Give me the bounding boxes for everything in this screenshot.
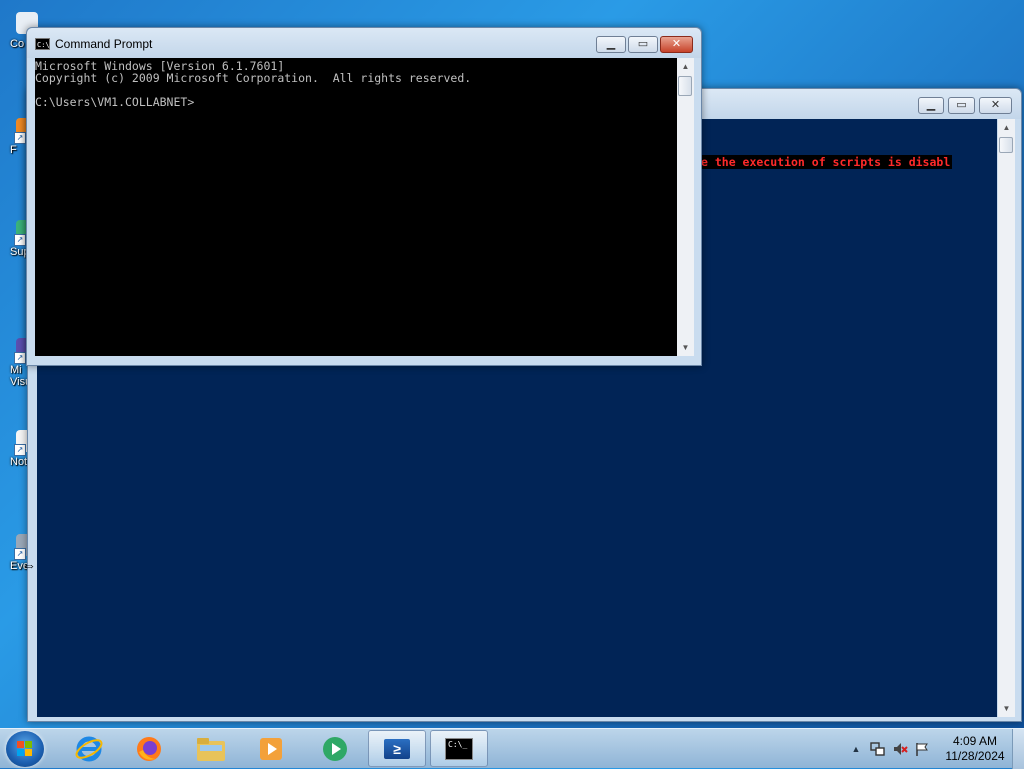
- powershell-icon-text: ≥: [393, 740, 401, 757]
- clock-date: 11/28/2024: [945, 749, 1005, 763]
- cmd-vertical-scrollbar[interactable]: ▲ ▼: [677, 58, 694, 356]
- cmd-close-button[interactable]: ✕: [660, 36, 693, 53]
- volume-muted-icon[interactable]: [892, 741, 908, 757]
- taskbar: ≥ C:\_ ▲ 4:09 AM 11/28/2024: [0, 728, 1024, 769]
- powershell-error-text: e the execution of scripts is disabl: [699, 155, 953, 169]
- powershell-minimize-button[interactable]: ▁: [918, 97, 944, 114]
- resize-cursor-icon: ⇔: [22, 557, 36, 573]
- minimize-icon: ▁: [926, 99, 936, 111]
- close-icon: ✕: [990, 99, 1001, 111]
- powershell-maximize-button[interactable]: ▭: [948, 97, 975, 114]
- clock-time: 4:09 AM: [952, 734, 998, 748]
- command-prompt-window[interactable]: C:\ Command Prompt ▁ ▭ ✕ Microsoft Windo…: [26, 27, 702, 366]
- taskbar-media-center[interactable]: [306, 730, 364, 767]
- cmd-maximize-button[interactable]: ▭: [628, 36, 658, 53]
- powershell-vertical-scrollbar[interactable]: ▲ ▼: [998, 119, 1015, 717]
- show-desktop-button[interactable]: [1012, 729, 1024, 769]
- shortcut-arrow-icon: ↗: [14, 234, 26, 246]
- internet-explorer-icon: [75, 736, 103, 761]
- shortcut-arrow-icon: ↗: [14, 352, 26, 364]
- powershell-icon: ≥: [384, 738, 410, 759]
- scroll-up-arrow-icon[interactable]: ▲: [998, 119, 1015, 136]
- firefox-icon: [137, 736, 161, 761]
- shortcut-arrow-icon: ↗: [14, 132, 26, 144]
- window-title: Command Prompt: [55, 37, 153, 51]
- powershell-close-button[interactable]: ✕: [979, 97, 1012, 114]
- maximize-icon: ▭: [956, 99, 967, 111]
- scroll-thumb[interactable]: [678, 76, 692, 96]
- minimize-icon: ▁: [606, 38, 616, 50]
- scroll-down-arrow-icon[interactable]: ▼: [677, 339, 694, 356]
- command-prompt-icon: C:\_: [445, 737, 473, 760]
- desktop-icon-label: Not: [10, 456, 28, 468]
- desktop-icon-label: Co: [10, 38, 25, 50]
- desktop-icon-label: F: [10, 144, 17, 156]
- network-icon[interactable]: [870, 741, 886, 757]
- folder-icon: [197, 737, 225, 761]
- console-prompt: C:\Users\VM1.COLLABNET>: [35, 95, 195, 109]
- start-button[interactable]: [6, 731, 44, 767]
- shortcut-arrow-icon: ↗: [14, 444, 26, 456]
- command-prompt-icon-text: C:\_: [448, 739, 468, 749]
- taskbar-clock[interactable]: 4:09 AM 11/28/2024: [944, 734, 1006, 764]
- taskbar-powershell[interactable]: ≥: [368, 730, 426, 767]
- console-line: Copyright (c) 2009 Microsoft Corporation…: [35, 71, 472, 85]
- cmd-minimize-button[interactable]: ▁: [596, 36, 626, 53]
- command-prompt-titlebar[interactable]: C:\ Command Prompt ▁ ▭ ✕: [27, 28, 701, 58]
- taskbar-internet-explorer[interactable]: [60, 730, 118, 767]
- scroll-thumb[interactable]: [999, 137, 1013, 153]
- scroll-up-arrow-icon[interactable]: ▲: [677, 58, 694, 75]
- command-prompt-app-icon[interactable]: C:\: [35, 38, 50, 50]
- scroll-down-arrow-icon[interactable]: ▼: [998, 700, 1015, 717]
- windows-logo-icon: [17, 741, 33, 757]
- media-player-icon: [260, 737, 282, 760]
- maximize-icon: ▭: [637, 38, 649, 50]
- taskbar-command-prompt[interactable]: C:\_: [430, 730, 488, 767]
- action-center-flag-icon[interactable]: [914, 741, 930, 757]
- media-center-icon: [323, 736, 347, 761]
- close-icon: ✕: [671, 38, 682, 50]
- taskbar-file-explorer[interactable]: [182, 730, 240, 767]
- taskbar-media-player[interactable]: [242, 730, 300, 767]
- taskbar-firefox[interactable]: [120, 730, 178, 767]
- command-prompt-console[interactable]: Microsoft Windows [Version 6.1.7601] Cop…: [35, 58, 677, 356]
- show-hidden-icons-icon[interactable]: ▲: [848, 741, 864, 757]
